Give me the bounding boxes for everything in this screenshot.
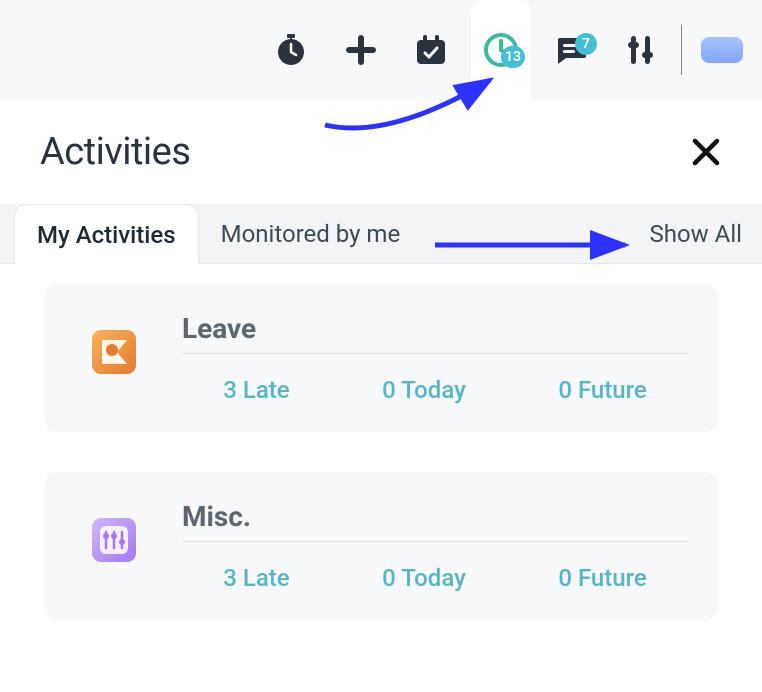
toolbar-calendar[interactable] [401, 20, 461, 80]
toolbar-settings[interactable] [611, 20, 671, 80]
page-title: Activities [40, 130, 190, 174]
misc-app-icon [74, 500, 154, 580]
leave-glyph-icon [88, 326, 140, 378]
toolbar-add[interactable] [331, 20, 391, 80]
stat-late[interactable]: 3 Late [223, 564, 289, 592]
panel-header: Activities [0, 100, 762, 204]
card-body: Leave 3 Late 0 Today 0 Future [182, 312, 688, 404]
activity-cards: Leave 3 Late 0 Today 0 Future [0, 264, 762, 680]
activities-panel: Activities My Activities Monitored by me… [0, 100, 762, 680]
leave-app-icon [74, 312, 154, 392]
stat-today[interactable]: 0 Today [382, 376, 466, 404]
toolbar-chat[interactable]: 7 [541, 20, 601, 80]
activity-card-leave: Leave 3 Late 0 Today 0 Future [44, 284, 718, 432]
card-title: Leave [182, 312, 688, 345]
plus-icon [344, 33, 378, 67]
toolbar-timer[interactable] [261, 20, 321, 80]
tabs: My Activities Monitored by me Show All [0, 204, 762, 264]
close-button[interactable] [690, 136, 722, 168]
toolbar-activity[interactable]: 13 [471, 0, 531, 100]
close-icon [690, 136, 722, 168]
tab-monitored-by-me[interactable]: Monitored by me [199, 204, 423, 264]
avatar [701, 37, 743, 63]
toolbar: 13 7 [0, 0, 762, 100]
card-body: Misc. 3 Late 0 Today 0 Future [182, 500, 688, 592]
card-stats: 3 Late 0 Today 0 Future [182, 564, 688, 592]
toolbar-divider [681, 25, 682, 75]
toolbar-avatar[interactable] [692, 20, 752, 80]
card-title: Misc. [182, 500, 688, 533]
show-all-link[interactable]: Show All [650, 220, 748, 248]
misc-glyph-icon [88, 514, 140, 566]
card-stats: 3 Late 0 Today 0 Future [182, 376, 688, 404]
tab-my-activities[interactable]: My Activities [14, 204, 199, 264]
divider [182, 353, 688, 354]
calendar-check-icon [413, 32, 449, 68]
stat-late[interactable]: 3 Late [223, 376, 289, 404]
stat-future[interactable]: 0 Future [558, 564, 646, 592]
timer-icon [273, 32, 309, 68]
stat-future[interactable]: 0 Future [558, 376, 646, 404]
chat-badge: 7 [575, 33, 597, 55]
stat-today[interactable]: 0 Today [382, 564, 466, 592]
divider [182, 541, 688, 542]
sliders-icon [625, 32, 657, 68]
activity-badge: 13 [501, 46, 525, 68]
activity-card-misc: Misc. 3 Late 0 Today 0 Future [44, 472, 718, 620]
